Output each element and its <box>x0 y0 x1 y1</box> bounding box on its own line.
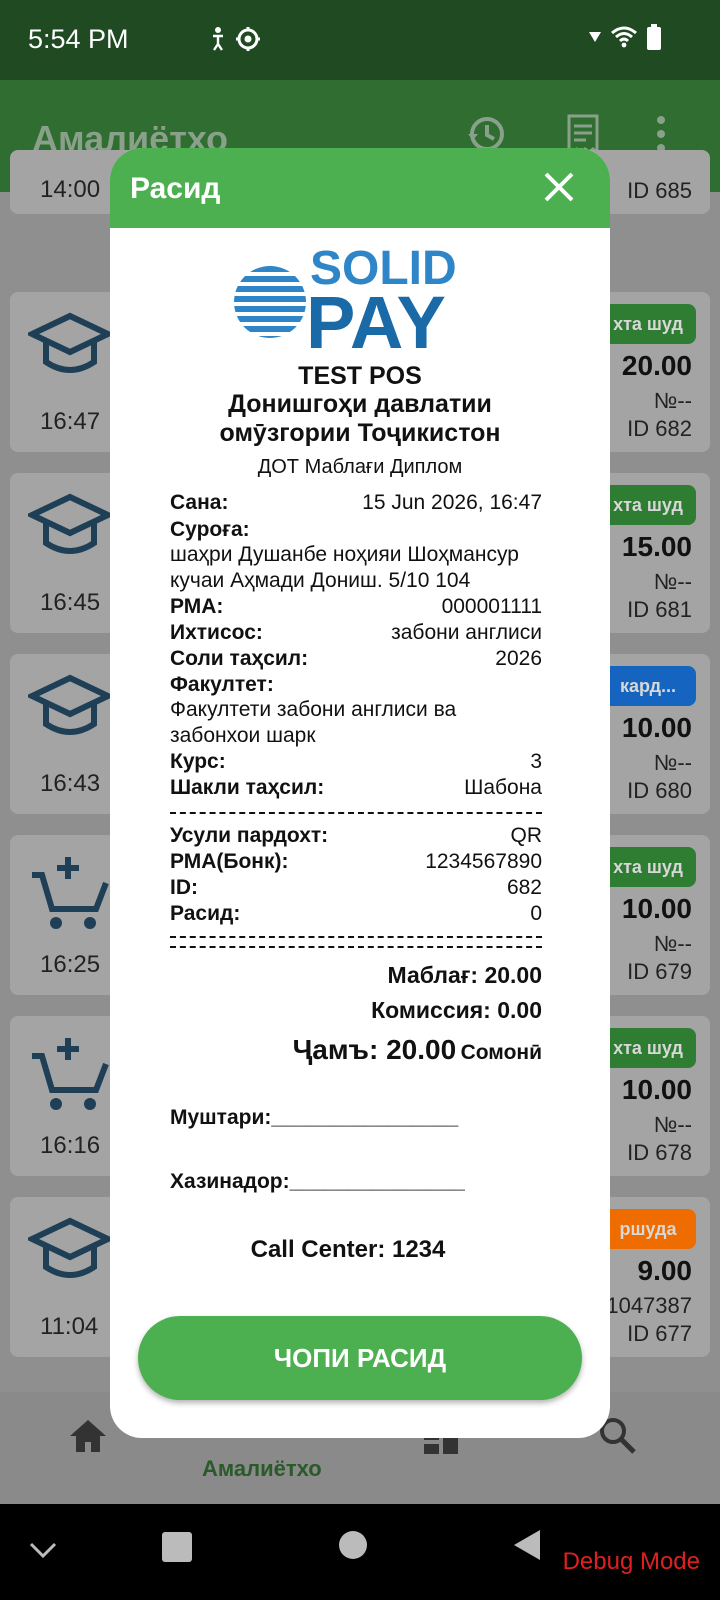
amount-total: Маблағ: 20.00 <box>387 962 542 988</box>
transaction-time: 16:25 <box>40 951 101 978</box>
status-badge: хта шуд <box>600 485 696 525</box>
row-specialty: Ихтисос: забони англиси <box>170 621 542 644</box>
debug-mode-label: Debug Mode <box>562 1548 700 1575</box>
back-icon[interactable] <box>512 1528 542 1562</box>
commission-total: Комиссия: 0.00 <box>371 997 542 1023</box>
transaction-amount: 10.00 <box>621 712 692 743</box>
service-name: ДОТ Маблағи Диплом <box>257 456 463 478</box>
transaction-number: №-- <box>653 388 692 413</box>
row-course: Курс: 3 <box>170 750 542 773</box>
transaction-id: ID 682 <box>627 416 692 441</box>
transaction-time: 11:04 <box>40 1313 99 1340</box>
status-badge: ршуда <box>600 1209 696 1249</box>
grand-total: Ҷамъ: 20.00 Сомонӣ <box>293 1034 542 1066</box>
transaction-time: 16:47 <box>40 408 101 435</box>
transaction-amount: 10.00 <box>621 1074 692 1105</box>
row-faculty-label: Факултет: <box>170 673 274 696</box>
status-badge: хта шуд <box>600 304 696 344</box>
transaction-number: №-- <box>653 931 692 956</box>
transaction-amount: 9.00 <box>637 1255 693 1286</box>
pos-name: TEST POS <box>298 362 422 390</box>
signal-icon <box>589 32 601 42</box>
system-nav-bar: Debug Mode <box>0 1504 720 1600</box>
row-payment-method: Усули пардохт: QR <box>170 824 542 847</box>
address-line2: кучаи Аҳмади Дониш. 5/10 104 <box>170 569 471 592</box>
solidpay-logo: SOLID PAY <box>232 238 472 364</box>
row-id: ID: 682 <box>170 876 542 899</box>
transaction-time: 16:16 <box>40 1132 101 1159</box>
nav-label-transactions[interactable]: Амалиётхо <box>202 1456 322 1482</box>
faculty-line1: Факултети забони англиси ва <box>170 698 457 721</box>
graduation-cap-icon <box>24 491 116 568</box>
divider <box>170 936 542 938</box>
status-badge: хта шуд <box>600 847 696 887</box>
more-vert-icon[interactable] <box>654 114 668 154</box>
transaction-id: ID 679 <box>627 959 692 984</box>
customer-signature: Муштари:________________ <box>170 1106 459 1129</box>
accessibility-settings-icon <box>210 24 262 59</box>
home-icon[interactable] <box>68 1418 108 1454</box>
row-receipt-no: Расид: 0 <box>170 902 542 925</box>
graduation-cap-icon <box>24 310 116 387</box>
currency-label: Сомонӣ <box>460 1041 542 1064</box>
transaction-time: 16:45 <box>40 589 101 616</box>
row-date: Сана: 15 Jun 2026, 16:47 <box>170 491 542 514</box>
status-bar: 5:54 PM <box>0 0 720 80</box>
transaction-id: ID 677 <box>627 1321 692 1346</box>
transaction-time: 14:00 <box>40 176 101 203</box>
wifi-icon <box>611 26 637 48</box>
row-year: Соли таҳсил: 2026 <box>170 647 542 670</box>
row-address-label: Суроға: <box>170 518 250 541</box>
cashier-signature: Хазинадор:_______________ <box>170 1170 465 1193</box>
transaction-number: №-- <box>653 750 692 775</box>
cart-plus-icon <box>28 1034 112 1119</box>
transaction-amount: 20.00 <box>621 350 692 381</box>
dialog-title: Расид <box>130 172 221 205</box>
home-circle-icon[interactable] <box>338 1530 368 1560</box>
transaction-id: ID 680 <box>627 778 692 803</box>
print-receipt-button[interactable]: ЧОПИ РАСИД <box>138 1316 582 1400</box>
row-rma: РМА: 000001111 <box>170 595 542 618</box>
status-badge: хта шуд <box>600 1028 696 1068</box>
faculty-line2: забонхои шарк <box>170 724 316 747</box>
address-line1: шаҳри Душанбе ноҳияи Шоҳмансур <box>170 543 519 566</box>
close-icon[interactable] <box>542 170 576 204</box>
battery-icon <box>647 24 661 50</box>
receipt-dialog: Расид SOLID PAY TEST POS Донишгоҳи давла… <box>110 148 610 1438</box>
dialog-header: Расид <box>110 148 610 228</box>
total-amount: Ҷамъ: 20.00 <box>292 1034 457 1065</box>
transaction-time: 16:43 <box>40 770 101 797</box>
transaction-id: ID 678 <box>627 1140 692 1165</box>
recents-icon[interactable] <box>162 1532 192 1562</box>
transaction-id: ID 681 <box>627 597 692 622</box>
row-study-form: Шакли таҳсил: Шабона <box>170 776 542 799</box>
chevron-down-icon[interactable] <box>28 1540 58 1560</box>
divider <box>170 812 542 814</box>
transaction-amount: 15.00 <box>621 531 692 562</box>
graduation-cap-icon <box>24 1215 116 1292</box>
cart-plus-icon <box>28 853 112 938</box>
status-time: 5:54 PM <box>28 24 129 54</box>
status-badge: кард... <box>600 666 696 706</box>
transaction-id: ID 685 <box>627 178 692 203</box>
graduation-cap-icon <box>24 672 116 749</box>
transaction-number: №-- <box>653 1112 692 1137</box>
transaction-number: №-- <box>653 569 692 594</box>
org-name-line2: омӯзгории Тоҷикистон <box>219 419 501 447</box>
transaction-amount: 10.00 <box>621 893 692 924</box>
org-name-line1: Донишгоҳи давлатии <box>228 390 492 418</box>
logo-text-pay: PAY <box>306 281 446 354</box>
divider <box>170 946 542 948</box>
row-bank-rma: РМА(Бонк): 1234567890 <box>170 850 542 873</box>
call-center: Call Center: 1234 <box>250 1236 446 1263</box>
